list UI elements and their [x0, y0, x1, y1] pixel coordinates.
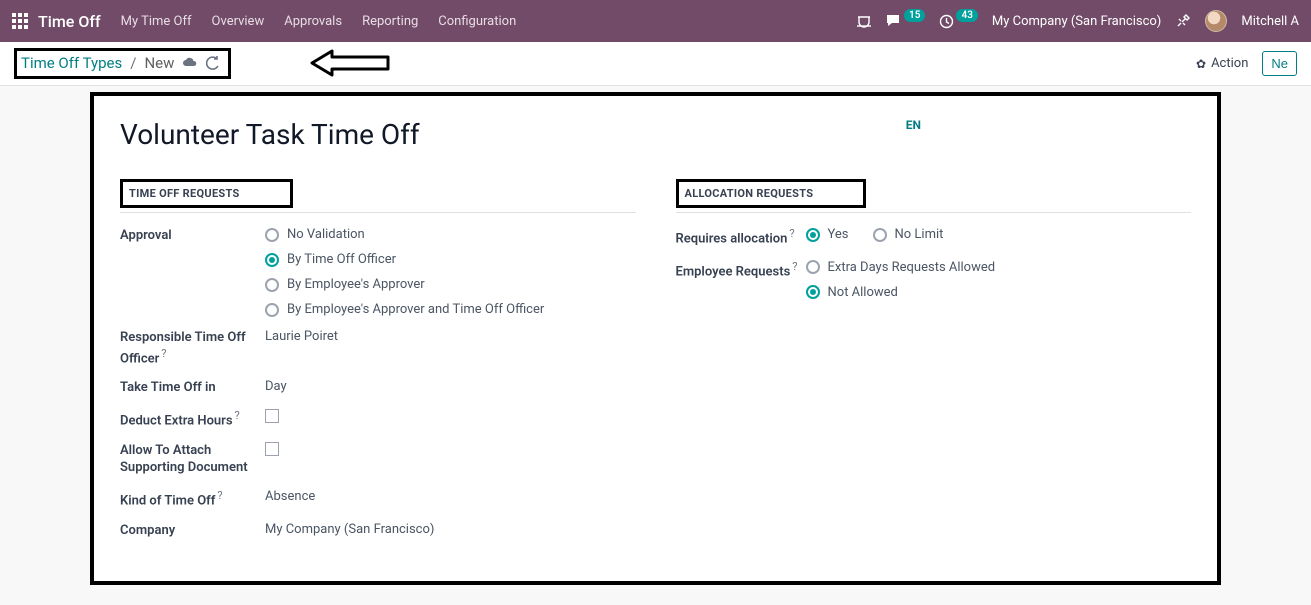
approval-opt-2[interactable]: By Employee's Approver	[265, 277, 544, 292]
discard-icon[interactable]	[206, 56, 220, 70]
nav-overview[interactable]: Overview	[212, 14, 265, 29]
field-requires-alloc: Requires allocation? Yes No Limit	[676, 227, 1192, 248]
label-unit: Take Time Off in	[120, 379, 265, 397]
messages-badge: 15	[904, 9, 925, 22]
label-kind: Kind of Time Off?	[120, 489, 265, 510]
field-emp-requests: Employee Requests? Extra Days Requests A…	[676, 260, 1192, 300]
breadcrumb-sep: /	[130, 54, 136, 72]
company-switcher[interactable]: My Company (San Francisco)	[992, 14, 1161, 29]
nav-approvals[interactable]: Approvals	[284, 14, 342, 29]
label-requires-alloc: Requires allocation?	[676, 227, 806, 248]
value-company[interactable]: My Company (San Francisco)	[265, 522, 434, 537]
left-column: TIME OFF REQUESTS Approval No Validation…	[120, 179, 636, 551]
radio-icon	[265, 228, 279, 242]
radio-icon	[806, 260, 820, 274]
nav-reporting[interactable]: Reporting	[362, 14, 418, 29]
top-navbar: Time Off My Time Off Overview Approvals …	[0, 0, 1311, 42]
field-company: Company My Company (San Francisco)	[120, 522, 636, 540]
apps-icon[interactable]	[12, 13, 28, 29]
arrow-annotation	[310, 48, 390, 78]
emp-opt-notallowed[interactable]: Not Allowed	[806, 285, 996, 300]
emp-req-options: Extra Days Requests Allowed Not Allowed	[806, 260, 996, 300]
title-row: Volunteer Task Time Off EN	[120, 118, 1191, 151]
section-head-left-box: TIME OFF REQUESTS	[120, 179, 293, 208]
radio-icon	[873, 228, 887, 242]
nav-my-time-off[interactable]: My Time Off	[121, 14, 192, 29]
checkbox-deduct[interactable]	[265, 409, 279, 423]
label-emp-requests: Employee Requests?	[676, 260, 806, 281]
breadcrumb-current: New	[144, 54, 174, 72]
emp-opt-allowed[interactable]: Extra Days Requests Allowed	[806, 260, 996, 275]
section-head-right-box: ALLOCATION REQUESTS	[676, 179, 867, 208]
action-label: Action	[1211, 56, 1248, 71]
req-opt-yes[interactable]: Yes	[806, 227, 849, 242]
form-sheet: Volunteer Task Time Off EN TIME OFF REQU…	[90, 92, 1221, 585]
nav-menu: My Time Off Overview Approvals Reporting…	[121, 14, 517, 29]
approval-opt-1[interactable]: By Time Off Officer	[265, 252, 544, 267]
language-badge[interactable]: EN	[906, 118, 921, 132]
breadcrumb-bar: Time Off Types / New ✿ Action Ne	[0, 42, 1311, 86]
right-column: ALLOCATION REQUESTS Requires allocation?…	[676, 179, 1192, 551]
field-officer: Responsible Time Off Officer? Laurie Poi…	[120, 329, 636, 367]
nav-configuration[interactable]: Configuration	[438, 14, 516, 29]
breadcrumb-root[interactable]: Time Off Types	[21, 54, 122, 72]
app-brand[interactable]: Time Off	[38, 12, 101, 31]
new-button[interactable]: Ne	[1262, 51, 1297, 76]
section-divider	[120, 212, 636, 213]
form-columns: TIME OFF REQUESTS Approval No Validation…	[120, 179, 1191, 551]
field-unit: Take Time Off in Day	[120, 379, 636, 397]
label-officer: Responsible Time Off Officer?	[120, 329, 265, 367]
radio-icon	[265, 253, 279, 267]
req-opt-nolimit[interactable]: No Limit	[873, 227, 944, 242]
cloud-save-icon[interactable]	[182, 57, 198, 69]
debug-icon[interactable]	[1175, 13, 1191, 29]
breadcrumb-highlight: Time Off Types / New	[14, 48, 231, 79]
value-unit[interactable]: Day	[265, 379, 287, 394]
radio-icon	[265, 303, 279, 317]
section-head-left: TIME OFF REQUESTS	[129, 187, 240, 200]
value-kind[interactable]: Absence	[265, 489, 315, 504]
value-officer[interactable]: Laurie Poiret	[265, 329, 338, 344]
subbar-actions: ✿ Action Ne	[1196, 51, 1297, 76]
section-head-right: ALLOCATION REQUESTS	[685, 187, 814, 200]
action-menu[interactable]: ✿ Action	[1196, 56, 1248, 71]
approval-opt-3[interactable]: By Employee's Approver and Time Off Offi…	[265, 302, 544, 317]
radio-icon	[806, 285, 820, 299]
field-deduct: Deduct Extra Hours?	[120, 409, 636, 430]
activities-icon[interactable]: 43	[939, 14, 977, 29]
approval-options: No Validation By Time Off Officer By Emp…	[265, 227, 544, 317]
approval-opt-0[interactable]: No Validation	[265, 227, 544, 242]
section-divider	[676, 212, 1192, 213]
radio-icon	[806, 228, 820, 242]
record-title[interactable]: Volunteer Task Time Off	[120, 118, 420, 151]
sheet-wrap: Volunteer Task Time Off EN TIME OFF REQU…	[0, 86, 1311, 605]
topbar-right: 15 43 My Company (San Francisco) Mitchel…	[856, 10, 1299, 32]
field-attach: Allow To Attach Supporting Document	[120, 442, 636, 477]
gear-icon: ✿	[1196, 57, 1206, 71]
field-approval: Approval No Validation By Time Off Offic…	[120, 227, 636, 317]
label-approval: Approval	[120, 227, 265, 245]
radio-icon	[265, 278, 279, 292]
checkbox-attach[interactable]	[265, 442, 279, 456]
label-attach: Allow To Attach Supporting Document	[120, 442, 265, 477]
activities-badge: 43	[956, 9, 977, 22]
tray-icon[interactable]	[856, 14, 872, 28]
username[interactable]: Mitchell A	[1241, 14, 1299, 29]
messages-icon[interactable]: 15	[886, 14, 925, 28]
label-deduct: Deduct Extra Hours?	[120, 409, 265, 430]
field-kind: Kind of Time Off? Absence	[120, 489, 636, 510]
requires-alloc-options: Yes No Limit	[806, 227, 944, 242]
avatar[interactable]	[1205, 10, 1227, 32]
label-company: Company	[120, 522, 265, 540]
